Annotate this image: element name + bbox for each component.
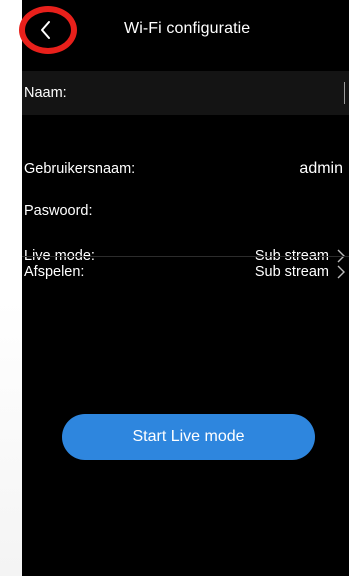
username-value[interactable]: admin [299,160,343,178]
playback-label: Afspelen: [24,264,85,280]
page-margin [0,300,22,576]
page-title: Wi-Fi configuratie [124,20,251,37]
text-cursor [344,82,345,104]
chevron-right-icon [337,265,345,279]
start-live-mode-button[interactable]: Start Live mode [62,414,315,460]
playback-value: Sub stream [254,264,329,280]
username-field-row[interactable]: Gebruikersnaam: admin [22,147,349,191]
name-label: Naam: [24,85,67,101]
name-field-row[interactable]: Naam: [22,71,349,115]
password-label: Paswoord: [24,203,93,219]
back-button[interactable] [30,14,62,46]
password-field-row[interactable]: Paswoord: [22,189,349,233]
chevron-left-icon [41,21,50,39]
phone-screen: Wi-Fi configuratie Naam: Gebruikersnaam:… [19,0,349,576]
header-bar: Wi-Fi configuratie [19,0,349,62]
username-label: Gebruikersnaam: [24,161,136,177]
playback-row[interactable]: Afspelen: Sub stream [22,249,349,293]
